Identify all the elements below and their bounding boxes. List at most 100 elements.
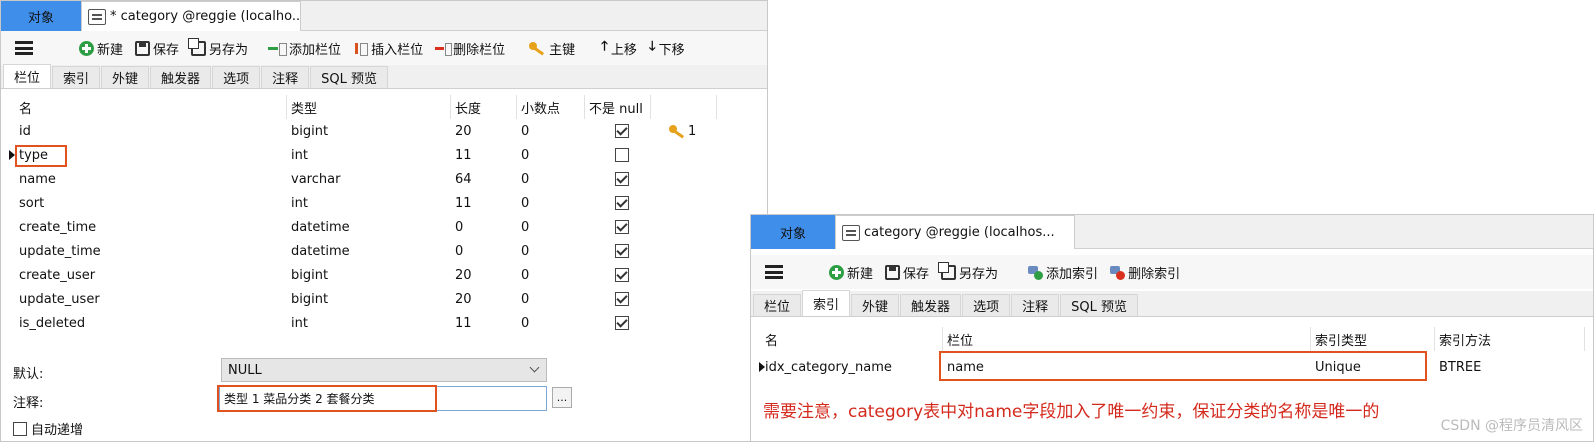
table-row[interactable]: is_deleted int 11 0 <box>1 311 721 335</box>
field-decimals-cell[interactable]: 0 <box>517 167 585 191</box>
not-null-checkbox[interactable] <box>615 292 629 306</box>
header-index-name[interactable]: 名 <box>761 327 943 351</box>
field-not-null-cell[interactable] <box>611 191 641 215</box>
save-as-button[interactable]: 另存为 <box>937 261 1002 283</box>
field-not-null-cell[interactable] <box>611 239 641 263</box>
comment-edit-button[interactable]: ... <box>552 387 572 408</box>
field-decimals-cell[interactable]: 0 <box>517 119 585 143</box>
default-select[interactable]: NULL <box>221 358 547 382</box>
not-null-checkbox[interactable] <box>615 220 629 234</box>
field-type-cell[interactable]: bigint <box>287 287 451 311</box>
field-length-cell[interactable]: 20 <box>451 263 517 287</box>
not-null-checkbox[interactable] <box>615 148 629 162</box>
save-as-button[interactable]: 另存为 <box>187 37 252 59</box>
tab-objects[interactable]: 对象 <box>751 215 835 249</box>
menu-icon[interactable] <box>765 265 783 279</box>
field-not-null-cell[interactable] <box>611 119 641 143</box>
field-decimals-cell[interactable]: 0 <box>517 191 585 215</box>
field-decimals-cell[interactable]: 0 <box>517 311 585 335</box>
table-row[interactable]: sort int 11 0 <box>1 191 721 215</box>
table-row[interactable]: update_user bigint 20 0 <box>1 287 721 311</box>
menu-icon[interactable] <box>15 41 33 55</box>
save-button[interactable]: 保存 <box>881 261 933 283</box>
add-column-button[interactable]: 添加栏位 <box>264 37 345 59</box>
move-down-button[interactable]: 🡓 下移 <box>645 37 689 59</box>
not-null-checkbox[interactable] <box>615 172 629 186</box>
tab-category-design[interactable]: * category @reggie (localho... <box>81 1 301 31</box>
subtab-triggers[interactable]: 触发器 <box>150 66 212 88</box>
header-length[interactable]: 长度 <box>451 95 517 119</box>
field-decimals-cell[interactable]: 0 <box>517 143 585 167</box>
delete-index-button[interactable]: 删除索引 <box>1106 261 1184 283</box>
new-button[interactable]: 新建 <box>75 37 127 59</box>
subtab-options[interactable]: 选项 <box>962 294 1011 316</box>
field-type-cell[interactable]: int <box>287 143 451 167</box>
move-up-button[interactable]: 🡑 上移 <box>597 37 641 59</box>
header-index-method[interactable]: 索引方法 <box>1435 327 1585 351</box>
add-index-button[interactable]: 添加索引 <box>1024 261 1102 283</box>
not-null-checkbox[interactable] <box>615 316 629 330</box>
field-name-cell[interactable]: id <box>15 119 287 143</box>
field-name-cell[interactable]: update_user <box>15 287 287 311</box>
field-name-cell[interactable]: update_time <box>15 239 287 263</box>
field-decimals-cell[interactable]: 0 <box>517 215 585 239</box>
field-name-cell[interactable]: name <box>15 167 287 191</box>
index-name-cell[interactable]: idx_category_name <box>761 355 943 379</box>
subtab-fields[interactable]: 栏位 <box>753 294 802 316</box>
tab-objects[interactable]: 对象 <box>1 1 81 31</box>
not-null-checkbox[interactable] <box>615 244 629 258</box>
field-name-cell[interactable]: create_user <box>15 263 287 287</box>
field-length-cell[interactable]: 11 <box>451 311 517 335</box>
insert-column-button[interactable]: 插入栏位 <box>349 37 427 59</box>
field-decimals-cell[interactable]: 0 <box>517 287 585 311</box>
field-length-cell[interactable]: 64 <box>451 167 517 191</box>
save-button[interactable]: 保存 <box>131 37 183 59</box>
not-null-checkbox[interactable] <box>615 196 629 210</box>
index-method-cell[interactable]: BTREE <box>1435 355 1585 379</box>
subtab-foreign-keys[interactable]: 外键 <box>851 294 900 316</box>
field-decimals-cell[interactable]: 0 <box>517 239 585 263</box>
header-decimals[interactable]: 小数点 <box>517 95 585 119</box>
table-row[interactable]: type int 11 0 <box>1 143 721 167</box>
subtab-sql-preview[interactable]: SQL 预览 <box>1060 294 1138 316</box>
field-length-cell[interactable]: 11 <box>451 143 517 167</box>
field-type-cell[interactable]: int <box>287 191 451 215</box>
delete-column-button[interactable]: 删除栏位 <box>431 37 509 59</box>
header-not-null[interactable]: 不是 null <box>585 95 651 119</box>
table-row[interactable]: name varchar 64 0 <box>1 167 721 191</box>
field-length-cell[interactable]: 20 <box>451 287 517 311</box>
field-name-cell[interactable]: is_deleted <box>15 311 287 335</box>
field-not-null-cell[interactable] <box>611 263 641 287</box>
primary-key-button[interactable]: 主键 <box>525 37 579 59</box>
subtab-fields[interactable]: 栏位 <box>3 64 52 88</box>
field-name-cell[interactable]: sort <box>15 191 287 215</box>
table-row[interactable]: create_user bigint 20 0 <box>1 263 721 287</box>
field-type-cell[interactable]: bigint <box>287 263 451 287</box>
not-null-checkbox[interactable] <box>615 268 629 282</box>
new-button[interactable]: 新建 <box>825 261 877 283</box>
auto-increment-checkbox[interactable] <box>13 421 27 436</box>
header-type[interactable]: 类型 <box>287 95 451 119</box>
subtab-indexes[interactable]: 索引 <box>802 290 851 316</box>
field-type-cell[interactable]: varchar <box>287 167 451 191</box>
subtab-sql-preview[interactable]: SQL 预览 <box>310 66 388 88</box>
subtab-indexes[interactable]: 索引 <box>52 66 101 88</box>
not-null-checkbox[interactable] <box>615 124 629 138</box>
field-not-null-cell[interactable] <box>611 215 641 239</box>
subtab-comment[interactable]: 注释 <box>261 66 310 88</box>
header-name[interactable]: 名 <box>15 95 287 119</box>
field-length-cell[interactable]: 20 <box>451 119 517 143</box>
table-row[interactable]: update_time datetime 0 0 <box>1 239 721 263</box>
field-name-cell[interactable]: create_time <box>15 215 287 239</box>
table-row[interactable]: create_time datetime 0 0 <box>1 215 721 239</box>
subtab-options[interactable]: 选项 <box>212 66 261 88</box>
field-not-null-cell[interactable] <box>611 143 641 167</box>
field-length-cell[interactable]: 0 <box>451 239 517 263</box>
field-not-null-cell[interactable] <box>611 287 641 311</box>
subtab-comment[interactable]: 注释 <box>1011 294 1060 316</box>
table-row[interactable]: id bigint 20 0 1 <box>1 119 721 143</box>
field-length-cell[interactable]: 11 <box>451 191 517 215</box>
auto-increment-row[interactable]: 自动递增 <box>13 419 83 438</box>
field-type-cell[interactable]: bigint <box>287 119 451 143</box>
field-type-cell[interactable]: datetime <box>287 215 451 239</box>
